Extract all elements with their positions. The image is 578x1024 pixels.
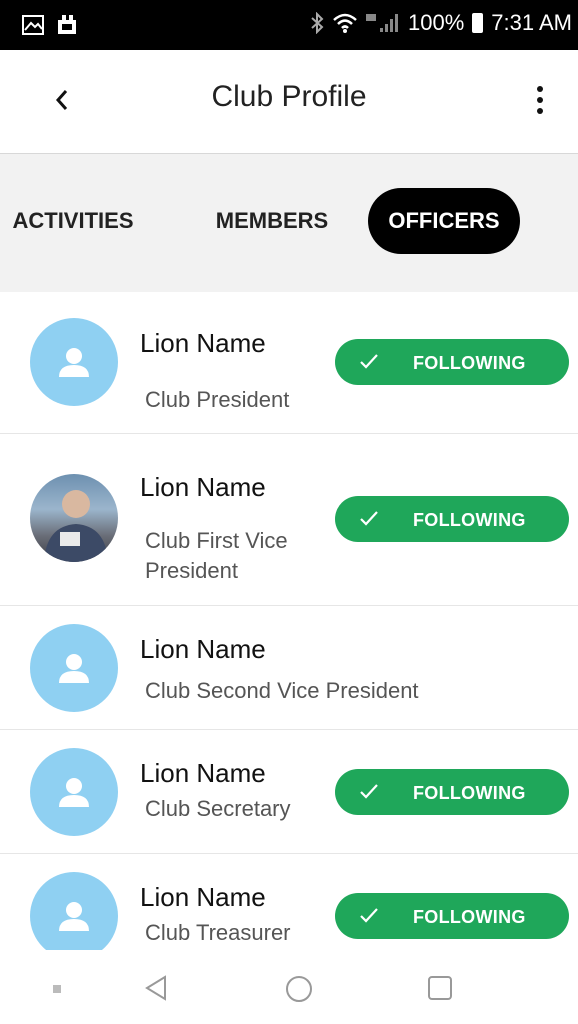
page-title: Club Profile: [211, 80, 367, 113]
officer-row[interactable]: Lion Name Club First Vice President FOLL…: [0, 434, 578, 606]
following-label: FOLLOWING: [413, 783, 526, 803]
tab-officers[interactable]: OFFICERS: [368, 188, 520, 254]
following-button[interactable]: FOLLOWING: [335, 339, 569, 385]
wifi-icon: [333, 13, 357, 33]
tab-members[interactable]: MEMBERS: [202, 188, 342, 254]
avatar-photo: [30, 474, 118, 562]
more-vertical-icon-dot: [537, 97, 543, 103]
status-right-icons: 100% 7:31 AM: [310, 10, 572, 36]
person-placeholder-icon: [59, 778, 89, 807]
officer-name: Lion Name: [140, 328, 266, 358]
home-circle-icon[interactable]: [284, 974, 314, 1004]
officer-row[interactable]: Lion Name Club Secretary FOLLOWING: [0, 730, 578, 854]
overview-square-icon[interactable]: [426, 974, 454, 1002]
more-vertical-icon-dot: [537, 108, 543, 114]
person-placeholder-icon: [59, 902, 89, 931]
officer-role: Club President: [145, 387, 290, 412]
status-time: 7:31 AM: [491, 10, 572, 35]
status-bar: 100% 7:31 AM: [0, 0, 578, 50]
following-label: FOLLOWING: [413, 907, 526, 927]
officer-row[interactable]: Lion Name Club Treasurer FOLLOWING: [0, 854, 578, 950]
battery-percent: 100%: [408, 10, 465, 35]
officer-list: Lion Name Club President FOLLOWING Lion …: [0, 292, 578, 950]
person-placeholder-icon: [59, 654, 89, 683]
officer-name: Lion Name: [140, 758, 266, 788]
check-icon: [360, 354, 378, 369]
avatar: [30, 318, 118, 406]
notification-icon: [58, 15, 76, 34]
following-label: FOLLOWING: [413, 510, 526, 530]
officer-role: Club Secretary: [145, 796, 291, 821]
officer-row[interactable]: Lion Name Club President FOLLOWING: [0, 292, 578, 434]
back-triangle-icon[interactable]: [143, 974, 169, 1002]
check-icon: [360, 511, 378, 526]
bluetooth-icon: [311, 12, 324, 34]
following-button[interactable]: FOLLOWING: [335, 893, 569, 939]
following-button[interactable]: FOLLOWING: [335, 496, 569, 542]
person-photo-icon: [44, 490, 108, 562]
avatar: [30, 872, 118, 950]
check-icon: [360, 784, 378, 799]
gallery-icon: [22, 15, 44, 35]
avatar: [30, 748, 118, 836]
following-label: FOLLOWING: [413, 353, 526, 373]
avatar: [30, 624, 118, 712]
following-button[interactable]: FOLLOWING: [335, 769, 569, 815]
recent-dot-icon: [53, 985, 61, 993]
officer-row[interactable]: Lion Name Club Second Vice President: [0, 606, 578, 730]
app-bar: Club Profile: [0, 50, 578, 154]
tab-activities[interactable]: ACTIVITIES: [0, 188, 168, 254]
more-vertical-icon-dot: [537, 86, 543, 92]
system-nav-bar: [0, 950, 578, 1024]
officer-role: Club Treasurer: [145, 920, 291, 945]
person-placeholder-icon: [59, 348, 89, 377]
officer-name: Lion Name: [140, 634, 266, 664]
officer-role-line-2: President: [145, 558, 238, 583]
officer-name: Lion Name: [140, 472, 266, 502]
officer-role: Club Second Vice President: [145, 678, 419, 703]
tab-strip: ACTIVITIES MEMBERS OFFICERS: [0, 154, 578, 292]
officer-name: Lion Name: [140, 882, 266, 912]
battery-icon: [472, 13, 484, 33]
more-options-button[interactable]: [520, 80, 560, 120]
check-icon: [360, 908, 378, 923]
signal-icon: [366, 14, 398, 32]
officer-role-line-1: Club First Vice: [145, 528, 288, 553]
status-left-icons: [22, 14, 80, 36]
